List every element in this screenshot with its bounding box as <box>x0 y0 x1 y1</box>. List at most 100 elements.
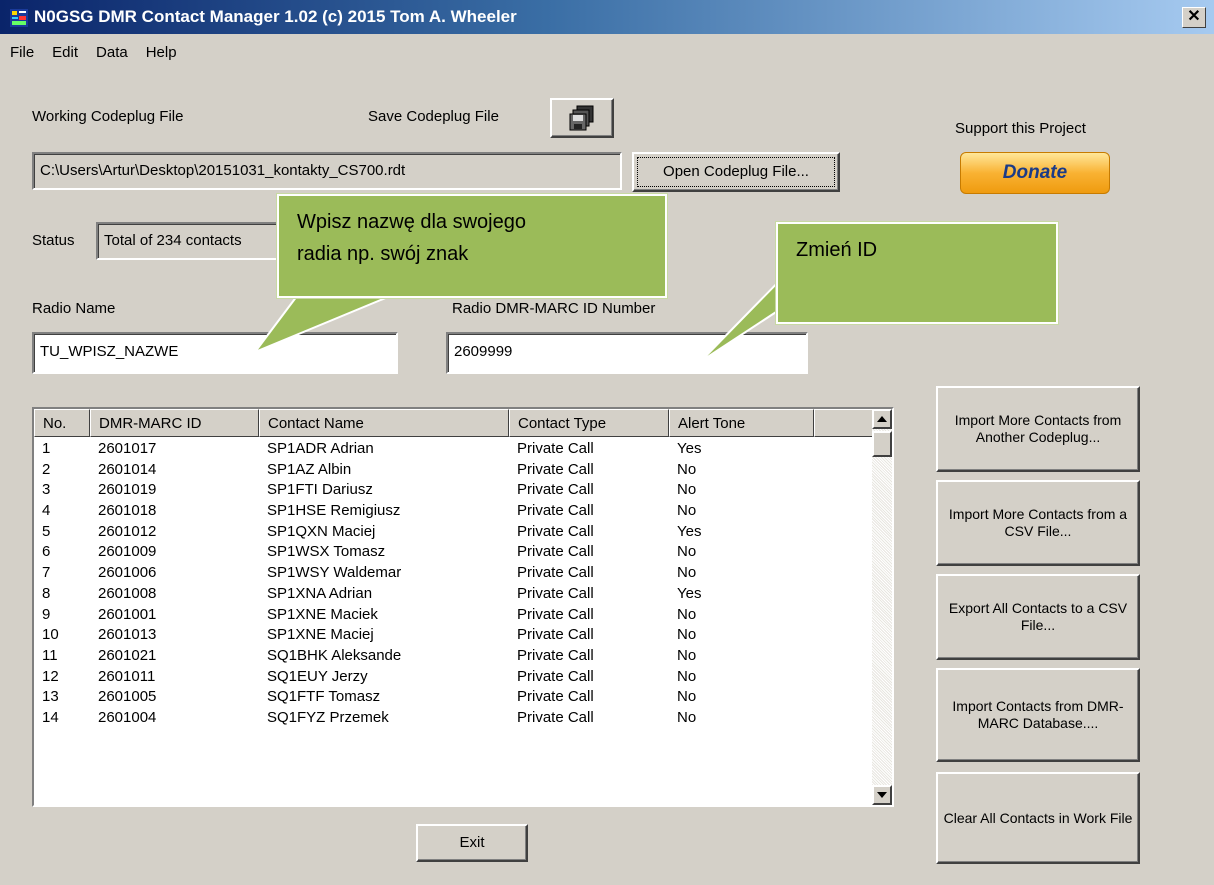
table-cell: 4 <box>42 502 51 520</box>
arrow-up-icon <box>877 416 887 422</box>
table-cell: No <box>677 481 697 499</box>
clear-all-contacts-button[interactable]: Clear All Contacts in Work File <box>936 772 1140 864</box>
table-cell: Private Call <box>517 564 594 582</box>
table-row[interactable]: 11 2601021 SQ1BHK Aleksande Private Call No <box>34 646 874 667</box>
table-cell: SP1XNE Maciek <box>267 605 378 623</box>
table-cell: Private Call <box>517 688 594 706</box>
table-cell: 2601008 <box>98 584 157 602</box>
table-cell: Private Call <box>517 522 594 540</box>
exit-button[interactable]: Exit <box>416 824 528 862</box>
contacts-list[interactable]: No. DMR-MARC ID Contact Name Contact Typ… <box>32 407 894 807</box>
table-cell: 5 <box>42 522 51 540</box>
import-from-codeplug-button[interactable]: Import More Contacts from Another Codepl… <box>936 386 1140 472</box>
table-cell: No <box>677 564 697 582</box>
table-cell: 8 <box>42 584 51 602</box>
table-row[interactable]: 8 2601008 SP1XNA Adrian Private Call Yes <box>34 584 874 605</box>
column-header-alert-tone[interactable]: Alert Tone <box>669 409 814 437</box>
table-row[interactable]: 6 2601009 SP1WSX Tomasz Private Call No <box>34 542 874 563</box>
table-cell: 2601009 <box>98 543 157 561</box>
table-cell: Private Call <box>517 460 594 478</box>
contacts-list-rows: 1 2601017 SP1ADR Adrian Private Call Yes 2 260… <box>34 439 874 729</box>
import-dmr-marc-button[interactable]: Import Contacts from DMR-MARC Database..… <box>936 668 1140 762</box>
table-cell: 12 <box>42 667 59 685</box>
table-row[interactable]: 2 2601014 SP1AZ Albin Private Call No <box>34 460 874 481</box>
table-cell: 13 <box>42 688 59 706</box>
table-row[interactable]: 12 2601011 SQ1EUY Jerzy Private Call No <box>34 667 874 688</box>
table-row[interactable]: 9 2601001 SP1XNE Maciek Private Call No <box>34 605 874 626</box>
table-cell: 2601021 <box>98 646 157 664</box>
table-cell: No <box>677 688 697 706</box>
table-cell: 6 <box>42 543 51 561</box>
table-cell: 2601013 <box>98 626 157 644</box>
contacts-scrollbar[interactable] <box>872 409 892 805</box>
table-row[interactable]: 13 2601005 SQ1FTF Tomasz Private Call No <box>34 687 874 708</box>
table-cell: Private Call <box>517 440 594 457</box>
table-cell: Private Call <box>517 667 594 685</box>
table-cell: Private Call <box>517 481 594 499</box>
id-hint-callout: Zmień ID <box>776 222 1058 324</box>
table-cell: No <box>677 543 697 561</box>
table-row[interactable]: 5 2601012 SP1QXN Maciej Private Call Yes <box>34 522 874 543</box>
table-cell: No <box>677 667 697 685</box>
table-cell: 1 <box>42 440 51 457</box>
table-cell: 14 <box>42 708 59 726</box>
table-cell: Private Call <box>517 646 594 664</box>
table-cell: Private Call <box>517 708 594 726</box>
table-cell: 2601019 <box>98 481 157 499</box>
table-cell: SP1AZ Albin <box>267 460 352 478</box>
import-from-csv-button[interactable]: Import More Contacts from a CSV File... <box>936 480 1140 566</box>
table-cell: Yes <box>677 440 702 457</box>
export-to-csv-button[interactable]: Export All Contacts to a CSV File... <box>936 574 1140 660</box>
scroll-thumb[interactable] <box>872 431 892 457</box>
table-row[interactable]: 1 2601017 SP1ADR Adrian Private Call Yes <box>34 439 874 460</box>
name-hint-line2: radia np. swój znak <box>297 243 469 265</box>
column-header-dmr-id[interactable]: DMR-MARC ID <box>90 409 259 437</box>
table-cell: SP1XNA Adrian <box>267 584 373 602</box>
table-cell: No <box>677 605 697 623</box>
table-cell: 3 <box>42 481 51 499</box>
table-cell: 2601012 <box>98 522 157 540</box>
table-row[interactable]: 14 2601004 SQ1FYZ Przemek Private Call No <box>34 708 874 729</box>
table-row[interactable]: 4 2601018 SP1HSE Remigiusz Private Call No <box>34 501 874 522</box>
table-cell: Private Call <box>517 543 594 561</box>
table-cell: 9 <box>42 605 51 623</box>
table-cell: Private Call <box>517 502 594 520</box>
table-row[interactable]: 3 2601019 SP1FTI Dariusz Private Call No <box>34 480 874 501</box>
table-cell: 2601001 <box>98 605 157 623</box>
arrow-down-icon <box>877 792 887 798</box>
table-cell: 10 <box>42 626 59 644</box>
table-cell: SP1WSY Waldemar <box>267 564 402 582</box>
contacts-list-header: No. DMR-MARC ID Contact Name Contact Typ… <box>34 409 876 437</box>
column-header-contact-type[interactable]: Contact Type <box>509 409 669 437</box>
table-cell: 2601004 <box>98 708 157 726</box>
table-cell: SP1XNE Maciej <box>267 626 374 644</box>
table-cell: Private Call <box>517 626 594 644</box>
scroll-down-button[interactable] <box>872 785 892 805</box>
table-cell: No <box>677 502 697 520</box>
table-cell: 2601005 <box>98 688 157 706</box>
table-row[interactable]: 7 2601006 SP1WSY Waldemar Private Call No <box>34 563 874 584</box>
table-cell: SP1ADR Adrian <box>267 440 374 457</box>
table-row[interactable]: 10 2601013 SP1XNE Maciej Private Call No <box>34 625 874 646</box>
id-hint-text: Zmień ID <box>796 239 878 261</box>
table-cell: SP1FTI Dariusz <box>267 481 373 499</box>
table-cell: No <box>677 646 697 664</box>
table-cell: SP1WSX Tomasz <box>267 543 386 561</box>
column-header-no[interactable]: No. <box>34 409 90 437</box>
column-header-contact-name[interactable]: Contact Name <box>259 409 509 437</box>
table-cell: SQ1FYZ Przemek <box>267 708 389 726</box>
column-header-filler <box>814 409 876 437</box>
table-cell: No <box>677 708 697 726</box>
name-hint-line1: Wpisz nazwę dla swojego <box>297 211 526 233</box>
table-cell: 2 <box>42 460 51 478</box>
table-cell: Yes <box>677 522 702 540</box>
table-cell: 2601011 <box>98 667 156 685</box>
table-cell: No <box>677 460 697 478</box>
table-cell: 2601018 <box>98 502 157 520</box>
scroll-up-button[interactable] <box>872 409 892 429</box>
name-hint-callout: Wpisz nazwę dla swojego radia np. swój z… <box>277 194 667 298</box>
table-cell: SP1HSE Remigiusz <box>267 502 401 520</box>
table-cell: Yes <box>677 584 702 602</box>
table-cell: Private Call <box>517 584 594 602</box>
table-cell: 2601014 <box>98 460 157 478</box>
